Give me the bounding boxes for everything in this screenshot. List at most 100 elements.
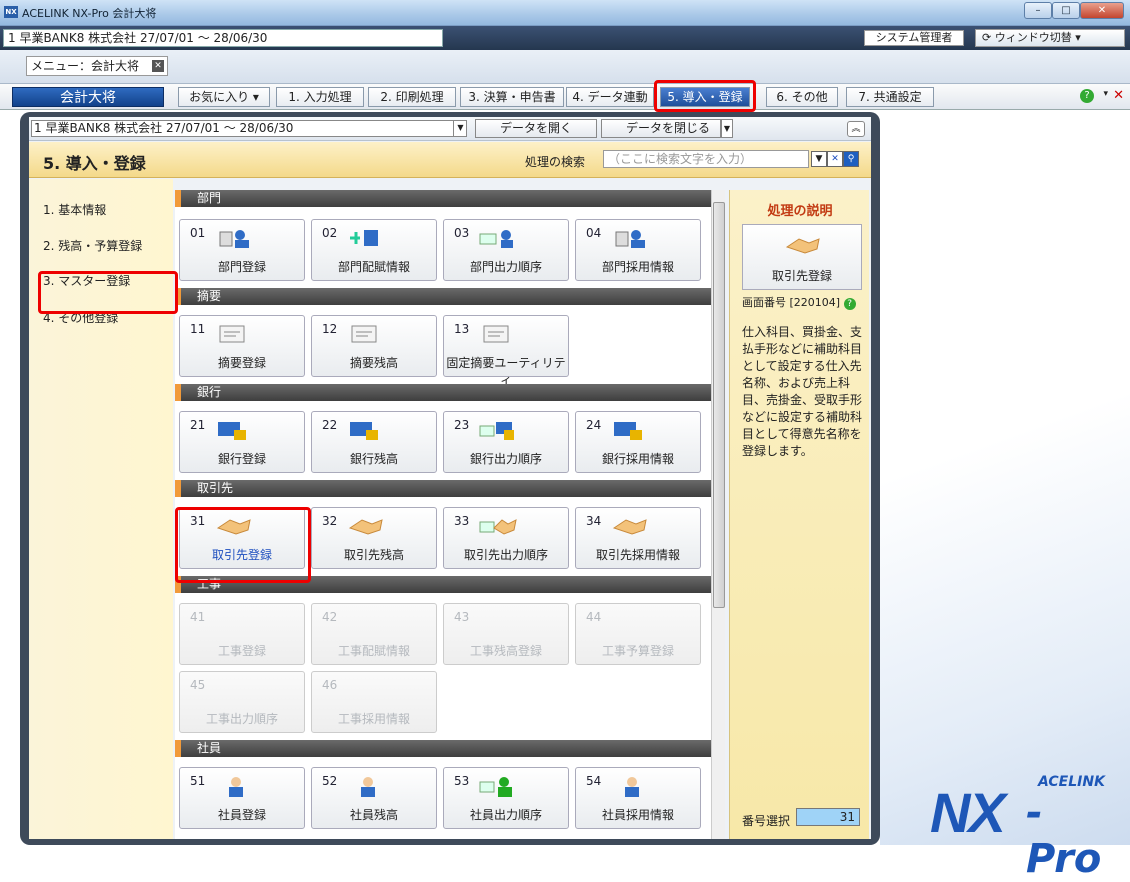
nx-pro-logo: NX ACELINK -Pro (930, 770, 1110, 882)
help-icon[interactable]: ? (843, 298, 856, 310)
employee-icon (479, 777, 512, 797)
menu-tab-label: メニュー：会計大将 (31, 59, 140, 73)
tile-dept-order[interactable]: 03 部門出力順序 (443, 219, 569, 281)
tile-dept-allocation[interactable]: 02 部門配賦情報 (311, 219, 437, 281)
page-title: 5. 導入・登録 (43, 154, 146, 173)
company-dropdown-icon[interactable]: ▼ (453, 120, 467, 137)
selected-process-label: 取引先登録 (771, 269, 832, 283)
tile-label: 銀行残高 (349, 452, 398, 466)
tile-employee-balance[interactable]: 52 社員残高 (311, 767, 437, 829)
search-label: 処理の検索 (525, 155, 586, 169)
tile-client-adoption[interactable]: 34 取引先採用情報 (575, 507, 701, 569)
help-dropdown-icon[interactable]: ▾ (1103, 89, 1108, 99)
collapse-icon[interactable]: ︽ (847, 121, 865, 137)
close-window-button[interactable]: ✕ (1080, 2, 1124, 19)
tile-number: 21 (190, 418, 206, 432)
user-label: システム管理者 (864, 30, 964, 46)
tile-employee-adoption[interactable]: 54 社員採用情報 (575, 767, 701, 829)
help-icon[interactable]: ? (1080, 89, 1094, 103)
tile-summary-register[interactable]: 11 摘要登録 (179, 315, 305, 377)
tile-employee-register[interactable]: 51 社員登録 (179, 767, 305, 829)
close-tab-icon[interactable]: ✕ (152, 60, 164, 72)
logo-brand: ACELINK (1038, 774, 1105, 790)
tile-number: 12 (322, 322, 338, 336)
tile-number: 44 (586, 610, 602, 624)
tab-other[interactable]: 6. その他 (766, 87, 838, 107)
tile-employee-order[interactable]: 53 社員出力順序 (443, 767, 569, 829)
tab-input[interactable]: 1. 入力処理 (276, 87, 364, 107)
app-logo-icon: NX (4, 6, 18, 18)
summary-icon (483, 325, 509, 343)
highlight-tab (654, 80, 756, 112)
window-switch-label: ウィンドウ切替 (994, 31, 1072, 44)
tile-bank-balance[interactable]: 22 銀行残高 (311, 411, 437, 473)
nav-basic-info[interactable]: 1. 基本情報 (43, 201, 106, 218)
tile-number: 32 (322, 514, 338, 528)
menu-panel: 1 早業BANK8 株式会社 27/07/01 ～ 28/06/30 ▼ データ… (20, 112, 880, 845)
tab-print[interactable]: 2. 印刷処理 (368, 87, 456, 107)
employee-icon (625, 777, 639, 797)
description-title: 処理の説明 (767, 204, 833, 219)
tile-number: 41 (190, 610, 206, 624)
tab-favorites[interactable]: お気に入り ▾ (178, 87, 270, 107)
department-icon (615, 230, 645, 248)
tile-client-order[interactable]: 33 取引先出力順序 (443, 507, 569, 569)
employee-icon (229, 777, 243, 797)
tab-common-settings[interactable]: 7. 共通設定 (846, 87, 934, 107)
open-data-button[interactable]: データを開く (475, 119, 597, 138)
bank-icon (350, 422, 378, 440)
tile-summary-balance[interactable]: 12 摘要残高 (311, 315, 437, 377)
tile-dept-register[interactable]: 01 部門登録 (179, 219, 305, 281)
menu-tab[interactable]: メニュー：会計大将 ✕ (26, 56, 168, 76)
tile-label: 部門出力順序 (469, 260, 542, 274)
tile-number: 04 (586, 226, 602, 240)
tile-client-balance[interactable]: 32 取引先残高 (311, 507, 437, 569)
clear-search-icon[interactable]: ✕ (827, 151, 843, 167)
handshake-icon (785, 238, 820, 254)
tile-number: 45 (190, 678, 206, 692)
tab-label: お気に入り (189, 90, 250, 104)
tile-label: 社員出力順序 (469, 808, 542, 822)
tile-bank-order[interactable]: 23 銀行出力順序 (443, 411, 569, 473)
tile-construction-budget: 44 工事予算登録 (575, 603, 701, 665)
close-data-button[interactable]: データを閉じる (601, 119, 721, 138)
tile-label: 固定摘要ユーティリティ (446, 356, 566, 387)
tab-data-link[interactable]: 4. データ連動 (566, 87, 654, 107)
open-data-label: データを開く (500, 121, 573, 135)
close-menu-icon[interactable]: ✕ (1113, 88, 1124, 103)
selected-process-tile[interactable]: 取引先登録 (742, 224, 862, 290)
window-title: ACELINK NX-Pro 会計大将 (22, 7, 157, 20)
search-icon[interactable]: ⚲ (843, 151, 859, 167)
output-order-icon (479, 230, 513, 248)
tile-fixed-summary-utility[interactable]: 13 固定摘要ユーティリティ (443, 315, 569, 387)
minimize-button[interactable]: – (1024, 2, 1052, 19)
nav-balance-budget[interactable]: 2. 残高・予算登録 (43, 237, 142, 254)
app-menu-button[interactable]: 会計大将 (12, 87, 164, 107)
page-header: 5. 導入・登録 処理の検索 （ここに検索文字を入力） ▼ ✕ ⚲ (29, 142, 871, 178)
tile-number: 54 (586, 774, 602, 788)
search-dropdown-icon[interactable]: ▼ (811, 151, 827, 167)
tile-number: 42 (322, 610, 338, 624)
tile-number: 13 (454, 322, 470, 336)
menu-tab-bar: メニュー：会計大将 ✕ (0, 50, 1130, 84)
highlight-tile (175, 507, 311, 583)
window-switch-button[interactable]: ⟳ ウィンドウ切替 ▾ (975, 29, 1125, 47)
logo-pro: -Pro (1026, 790, 1102, 882)
tile-label: 取引先採用情報 (595, 548, 680, 562)
summary-icon (351, 325, 377, 343)
tile-label: 銀行登録 (217, 452, 266, 466)
tab-settlement[interactable]: 3. 決算・申告書 (460, 87, 564, 107)
tile-dept-adoption[interactable]: 04 部門採用情報 (575, 219, 701, 281)
tile-construction-balance: 43 工事残高登録 (443, 603, 569, 665)
content-scrollbar[interactable] (711, 190, 725, 839)
company-field[interactable]: 1 早業BANK8 株式会社 27/07/01 ～ 28/06/30 (3, 29, 443, 47)
scrollbar-thumb[interactable] (713, 202, 725, 608)
tile-bank-register[interactable]: 21 銀行登録 (179, 411, 305, 473)
search-input[interactable]: （ここに検索文字を入力） (603, 150, 809, 168)
close-data-dropdown-icon[interactable]: ▼ (721, 119, 733, 138)
tile-label: 工事出力順序 (205, 712, 278, 726)
maximize-button[interactable]: □ (1052, 2, 1080, 19)
tile-bank-adoption[interactable]: 24 銀行採用情報 (575, 411, 701, 473)
panel-company-select[interactable]: 1 早業BANK8 株式会社 27/07/01 ～ 28/06/30 (31, 120, 467, 137)
number-select-input[interactable]: 31 (796, 808, 860, 826)
